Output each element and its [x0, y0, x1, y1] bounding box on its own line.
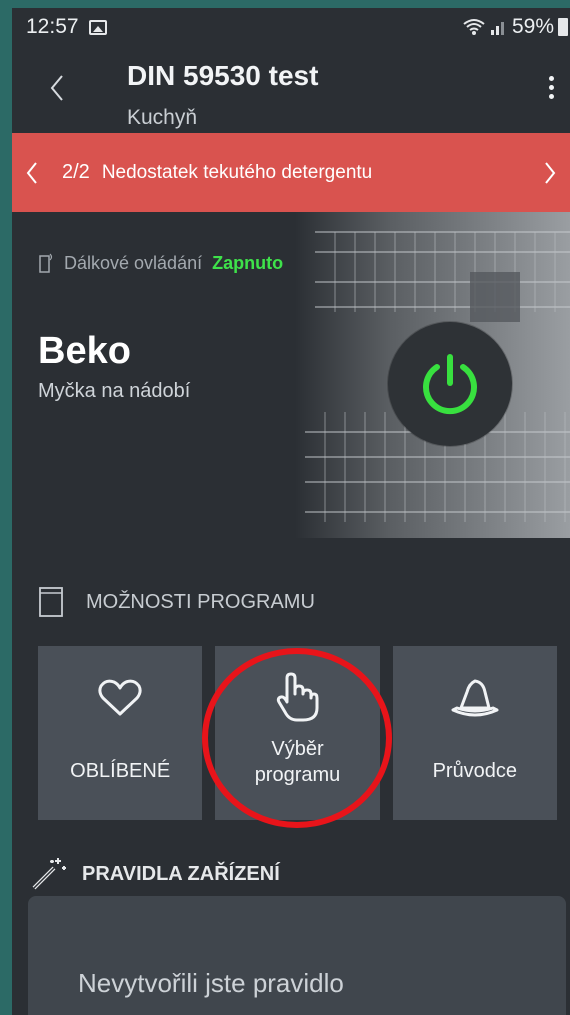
phone-icon: [39, 253, 53, 273]
program-options-tiles: OBLÍBENÉ Výběr programu Průvodce: [38, 646, 557, 820]
magic-wand-icon: [32, 858, 66, 890]
program-options-title: MOŽNOSTI PROGRAMU: [86, 590, 315, 613]
status-time: 12:57: [26, 15, 79, 38]
alert-message: Nedostatek tekutého detergentu: [101, 161, 373, 183]
battery-icon: [558, 18, 568, 36]
back-arrow-icon[interactable]: [42, 68, 72, 108]
device-type: Myčka na nádobí: [38, 380, 191, 402]
alert-next-icon[interactable]: [530, 133, 570, 212]
image-notification-icon: [88, 19, 107, 35]
guide-label: Průvodce: [432, 760, 518, 782]
app-header: DIN 59530 test Kuchyň: [12, 46, 570, 133]
guide-tile[interactable]: Průvodce: [392, 646, 557, 820]
program-selection-label: Výběr programu: [215, 736, 379, 788]
device-rules-header: PRAVIDLA ZAŘÍZENÍ: [30, 856, 280, 892]
signal-icon: [490, 22, 504, 35]
power-button[interactable]: [388, 322, 512, 446]
favorites-tile[interactable]: OBLÍBENÉ: [38, 646, 203, 820]
heart-icon: [98, 679, 142, 716]
device-rules-card: Nevytvořili jste pravidlo: [28, 896, 566, 1015]
device-rules-title: PRAVIDLA ZAŘÍZENÍ: [82, 862, 280, 885]
program-selection-tile[interactable]: Výběr programu: [215, 646, 380, 820]
status-bar: 12:57 59%: [12, 8, 570, 46]
page-title: DIN 59530 test: [127, 60, 319, 91]
overflow-menu-icon[interactable]: [546, 76, 556, 106]
wizard-hat-icon: [451, 679, 499, 717]
program-options-header: MOŽNOSTI PROGRAMU: [38, 586, 315, 618]
remote-control-status: Dálkové ovládání Zapnuto: [38, 252, 283, 274]
washer-icon: [39, 587, 63, 617]
app-screen: 12:57 59% DIN 59530 test Kuchyň 2/2 Nedo…: [12, 8, 570, 1015]
wifi-icon: [463, 19, 485, 35]
alert-banner[interactable]: 2/2 Nedostatek tekutého detergentu: [12, 133, 570, 212]
power-icon: [423, 354, 477, 415]
program-selection-line2: programu: [254, 764, 341, 786]
remote-label: Dálkové ovládání: [64, 252, 203, 273]
device-hero: Dálkové ovládání Zapnuto Beko Myčka na n…: [12, 212, 570, 538]
battery-percent: 59%: [511, 15, 554, 38]
no-rules-text: Nevytvořili jste pravidlo: [78, 968, 344, 998]
favorites-label: OBLÍBENÉ: [70, 760, 171, 782]
device-brand: Beko: [38, 330, 131, 372]
page-subtitle: Kuchyň: [127, 106, 198, 129]
alert-prev-icon[interactable]: [12, 133, 52, 212]
program-selection-line1: Výběr: [271, 738, 324, 760]
alert-counter: 2/2: [62, 161, 90, 183]
remote-state: Zapnuto: [212, 252, 284, 273]
hand-pointer-icon: [277, 672, 319, 722]
